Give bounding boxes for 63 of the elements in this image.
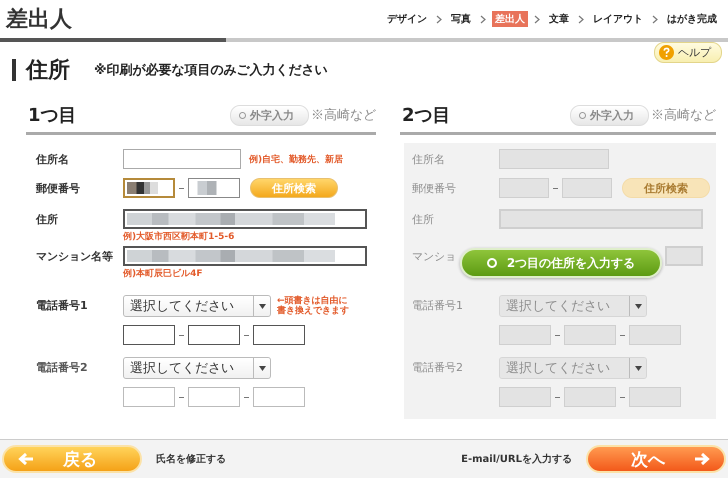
input-field[interactable]: [188, 325, 240, 345]
next-button[interactable]: 次へ: [586, 445, 726, 473]
example-hint: 例)大阪市西区靭本町1-5-6: [123, 230, 236, 243]
field-label: 住所: [36, 212, 58, 228]
hint-note: ←頭書きは自由に書き換えできます: [277, 296, 350, 316]
step-label: デザイン: [386, 12, 428, 27]
field-label: 電話番号1: [412, 298, 463, 314]
gaiji-button[interactable]: 外字入力: [230, 104, 309, 126]
field-label: 住所: [412, 212, 434, 228]
chevron-icon: [534, 14, 540, 24]
page-title: 差出人: [6, 6, 72, 34]
step-label: レイアウト: [592, 13, 644, 27]
field-label: 郵便番号: [36, 181, 80, 197]
input-field[interactable]: [188, 387, 240, 407]
address-search-button[interactable]: 住所検索: [250, 178, 338, 198]
step-label: 差出人: [492, 11, 528, 27]
field-label: 住所名: [412, 152, 445, 168]
input-field[interactable]: [123, 149, 241, 169]
arrow-right-icon: [694, 452, 710, 466]
field-label: マンショ: [412, 249, 456, 265]
field-label: マンション名等: [36, 249, 113, 265]
blurred-content: [127, 182, 158, 194]
input-field[interactable]: [188, 178, 240, 198]
example-hint: 例)本町辰巳ビル4F: [123, 267, 204, 280]
example-hint: 例)自宅、勤務先、新居: [249, 153, 344, 166]
section-marker: [12, 59, 16, 81]
input-field[interactable]: [123, 178, 175, 198]
chevron-icon: [436, 14, 442, 24]
column-title: 2つ目: [402, 104, 451, 127]
back-note: 氏名を修正する: [156, 452, 226, 466]
gaiji-note: ※高崎など: [311, 107, 376, 124]
input-field[interactable]: [123, 209, 367, 229]
help-icon: [659, 45, 674, 60]
caret-icon: [634, 304, 642, 308]
caret-icon: [258, 366, 266, 370]
field-label: 郵便番号: [412, 181, 456, 197]
chevron-icon: [652, 14, 658, 24]
caret-icon: [634, 366, 642, 370]
step-label: 文章: [548, 12, 570, 27]
chevron-icon: [578, 14, 584, 24]
input-field[interactable]: [253, 325, 305, 345]
field-label: 電話番号2: [412, 360, 463, 376]
input-field[interactable]: [123, 325, 175, 345]
column-title: 1つ目: [28, 104, 77, 127]
back-button[interactable]: 戻る: [2, 445, 142, 473]
help-button[interactable]: ヘルプ: [654, 42, 722, 63]
caret-icon: [258, 304, 266, 308]
input-field[interactable]: [123, 246, 367, 266]
next-note: E-mail/URLを入力する: [461, 452, 572, 466]
step-label: はがき完成: [666, 12, 718, 27]
input-field[interactable]: [123, 387, 175, 407]
chevron-icon: [480, 14, 486, 24]
section-note: ※印刷が必要な項目のみご入力ください: [94, 62, 328, 79]
step-label: 写真: [450, 12, 472, 27]
section-title: 住所: [26, 57, 70, 85]
field-label: 住所名: [36, 152, 69, 168]
select-dropdown[interactable]: 選択してください: [123, 295, 271, 317]
gaiji-note: ※高崎など: [651, 107, 716, 124]
field-label: 電話番号1: [36, 298, 88, 314]
select-dropdown[interactable]: 選択してください: [123, 357, 271, 379]
arrow-left-icon: [18, 452, 34, 466]
field-label: 電話番号2: [36, 360, 88, 376]
input-field[interactable]: [253, 387, 305, 407]
